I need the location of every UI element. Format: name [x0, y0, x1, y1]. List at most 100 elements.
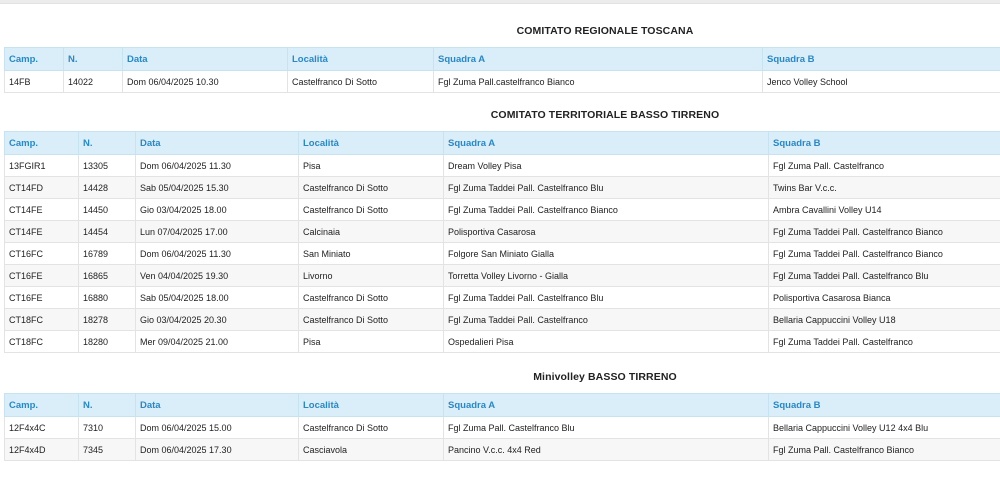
col-header-localita[interactable]: Località [287, 47, 434, 71]
cell-squadra-b: Bellaria Cappuccini Volley U18 [768, 308, 1000, 331]
cell-camp: CT14FE [4, 198, 79, 221]
cell-localita: Castelfranco Di Sotto [298, 308, 444, 331]
table-header-row: Camp. N. Data Località Squadra A Squadra… [4, 131, 1000, 155]
cell-data: Dom 06/04/2025 15.00 [135, 416, 299, 439]
cell-data: Lun 07/04/2025 17.00 [135, 220, 299, 243]
cell-squadra-b: Fgl Zuma Taddei Pall. Castelfranco Bianc… [768, 220, 1000, 243]
cell-squadra-b: Fgl Zuma Taddei Pall. Castelfranco [768, 330, 1000, 353]
cell-localita: Casciavola [298, 438, 444, 461]
cell-data: Dom 06/04/2025 11.30 [135, 242, 299, 265]
table-header-row: Camp. N. Data Località Squadra A Squadra… [4, 393, 1000, 417]
cell-squadra-b: Fgl Zuma Taddei Pall. Castelfranco Bianc… [768, 242, 1000, 265]
cell-numero: 14450 [78, 198, 136, 221]
col-header-squadra-b[interactable]: Squadra B [762, 47, 1000, 71]
cell-data: Gio 03/04/2025 18.00 [135, 198, 299, 221]
cell-camp: CT16FC [4, 242, 79, 265]
col-header-camp[interactable]: Camp. [4, 47, 64, 71]
cell-numero: 14022 [63, 70, 123, 93]
table-row: CT14FE 14454 Lun 07/04/2025 17.00 Calcin… [4, 220, 1000, 243]
cell-squadra-a: Folgore San Miniato Gialla [443, 242, 769, 265]
page: COMITATO REGIONALE TOSCANA Camp. N. Data… [0, 0, 1000, 480]
cell-camp: CT16FE [4, 286, 79, 309]
cell-camp: CT14FE [4, 220, 79, 243]
cell-squadra-b: Jenco Volley School [762, 70, 1000, 93]
cell-data: Sab 05/04/2025 18.00 [135, 286, 299, 309]
cell-camp: 12F4x4C [4, 416, 79, 439]
col-header-squadra-b[interactable]: Squadra B [768, 393, 1000, 417]
table-regionale: Camp. N. Data Località Squadra A Squadra… [4, 47, 1000, 93]
cell-squadra-a: Pancino V.c.c. 4x4 Red [443, 438, 769, 461]
cell-camp: 13FGIR1 [4, 154, 79, 177]
section-title-regionale: COMITATO REGIONALE TOSCANA [516, 25, 694, 37]
table-row: CT16FC 16789 Dom 06/04/2025 11.30 San Mi… [4, 242, 1000, 265]
cell-numero: 16880 [78, 286, 136, 309]
col-header-numero[interactable]: N. [78, 393, 136, 417]
cell-localita: Pisa [298, 154, 444, 177]
cell-camp: 12F4x4D [4, 438, 79, 461]
cell-squadra-b: Bellaria Cappuccini Volley U12 4x4 Blu [768, 416, 1000, 439]
col-header-camp[interactable]: Camp. [4, 131, 79, 155]
col-header-numero[interactable]: N. [78, 131, 136, 155]
cell-numero: 7345 [78, 438, 136, 461]
table-row: CT16FE 16880 Sab 05/04/2025 18.00 Castel… [4, 286, 1000, 309]
cell-squadra-a: Dream Volley Pisa [443, 154, 769, 177]
cell-data: Dom 06/04/2025 11.30 [135, 154, 299, 177]
table-territoriale: Camp. N. Data Località Squadra A Squadra… [4, 131, 1000, 353]
cell-camp: CT14FD [4, 176, 79, 199]
cell-numero: 14428 [78, 176, 136, 199]
cell-squadra-b: Fgl Zuma Pall. Castelfranco [768, 154, 1000, 177]
cell-localita: San Miniato [298, 242, 444, 265]
table-minivolley: Camp. N. Data Località Squadra A Squadra… [4, 393, 1000, 461]
cell-numero: 16865 [78, 264, 136, 287]
cell-squadra-b: Twins Bar V.c.c. [768, 176, 1000, 199]
col-header-squadra-a[interactable]: Squadra A [443, 131, 769, 155]
cell-data: Dom 06/04/2025 17.30 [135, 438, 299, 461]
cell-squadra-b: Fgl Zuma Pall. Castelfranco Bianco [768, 438, 1000, 461]
col-header-localita[interactable]: Località [298, 131, 444, 155]
table-row: CT18FC 18280 Mer 09/04/2025 21.00 Pisa O… [4, 330, 1000, 353]
section-title-minivolley: Minivolley BASSO TIRRENO [533, 371, 677, 383]
cell-squadra-a: Fgl Zuma Pall. Castelfranco Blu [443, 416, 769, 439]
table-row: 13FGIR1 13305 Dom 06/04/2025 11.30 Pisa … [4, 154, 1000, 177]
table-row: 12F4x4D 7345 Dom 06/04/2025 17.30 Cascia… [4, 438, 1000, 461]
cell-squadra-a: Fgl Zuma Pall.castelfranco Bianco [433, 70, 763, 93]
cell-squadra-a: Polisportiva Casarosa [443, 220, 769, 243]
table-row: 14FB 14022 Dom 06/04/2025 10.30 Castelfr… [4, 70, 1000, 93]
cell-squadra-a: Fgl Zuma Taddei Pall. Castelfranco Bianc… [443, 198, 769, 221]
section-title-territoriale: COMITATO TERRITORIALE BASSO TIRRENO [490, 109, 720, 121]
cell-numero: 7310 [78, 416, 136, 439]
cell-camp: CT16FE [4, 264, 79, 287]
cell-squadra-b: Polisportiva Casarosa Bianca [768, 286, 1000, 309]
cell-squadra-a: Fgl Zuma Taddei Pall. Castelfranco Blu [443, 176, 769, 199]
cell-localita: Livorno [298, 264, 444, 287]
table-row: CT14FD 14428 Sab 05/04/2025 15.30 Castel… [4, 176, 1000, 199]
cell-localita: Pisa [298, 330, 444, 353]
cell-localita: Castelfranco Di Sotto [298, 176, 444, 199]
col-header-data[interactable]: Data [135, 131, 299, 155]
table-row: CT14FE 14450 Gio 03/04/2025 18.00 Castel… [4, 198, 1000, 221]
table-row: CT18FC 18278 Gio 03/04/2025 20.30 Castel… [4, 308, 1000, 331]
cell-numero: 18278 [78, 308, 136, 331]
col-header-data[interactable]: Data [135, 393, 299, 417]
cell-data: Sab 05/04/2025 15.30 [135, 176, 299, 199]
table-row: 12F4x4C 7310 Dom 06/04/2025 15.00 Castel… [4, 416, 1000, 439]
cell-localita: Castelfranco Di Sotto [287, 70, 434, 93]
cell-numero: 14454 [78, 220, 136, 243]
col-header-data[interactable]: Data [122, 47, 288, 71]
cell-localita: Castelfranco Di Sotto [298, 286, 444, 309]
cell-numero: 16789 [78, 242, 136, 265]
cell-localita: Castelfranco Di Sotto [298, 416, 444, 439]
cell-squadra-a: Torretta Volley Livorno - Gialla [443, 264, 769, 287]
top-bar [0, 0, 1000, 4]
col-header-squadra-a[interactable]: Squadra A [433, 47, 763, 71]
cell-squadra-b: Fgl Zuma Taddei Pall. Castelfranco Blu [768, 264, 1000, 287]
col-header-localita[interactable]: Località [298, 393, 444, 417]
cell-data: Gio 03/04/2025 20.30 [135, 308, 299, 331]
col-header-camp[interactable]: Camp. [4, 393, 79, 417]
cell-data: Dom 06/04/2025 10.30 [122, 70, 288, 93]
col-header-numero[interactable]: N. [63, 47, 123, 71]
col-header-squadra-a[interactable]: Squadra A [443, 393, 769, 417]
col-header-squadra-b[interactable]: Squadra B [768, 131, 1000, 155]
cell-squadra-a: Fgl Zuma Taddei Pall. Castelfranco Blu [443, 286, 769, 309]
table-row: CT16FE 16865 Ven 04/04/2025 19.30 Livorn… [4, 264, 1000, 287]
